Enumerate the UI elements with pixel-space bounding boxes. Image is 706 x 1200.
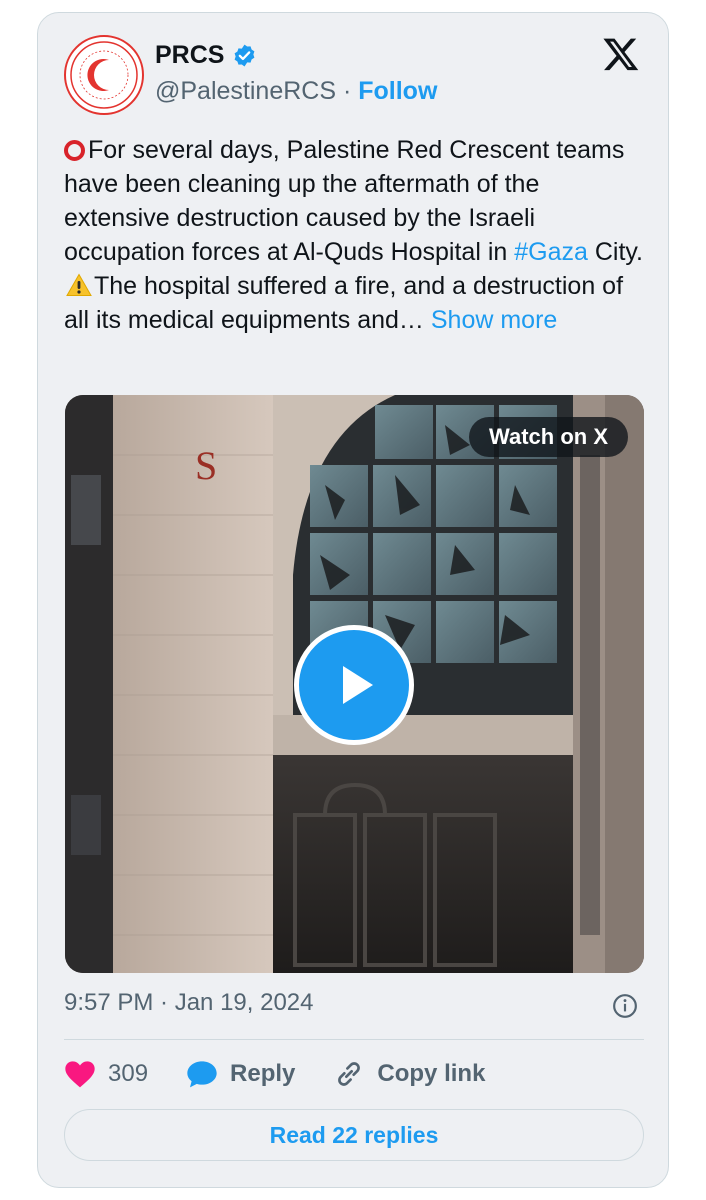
- action-bar: 309 Reply Copy link: [64, 1057, 523, 1091]
- heart-icon: [65, 1061, 95, 1088]
- follow-button[interactable]: Follow: [358, 77, 437, 105]
- like-button[interactable]: 309: [64, 1059, 148, 1089]
- avatar[interactable]: [64, 35, 144, 115]
- author-handle[interactable]: @PalestineRCS: [155, 77, 336, 105]
- like-count: 309: [108, 1060, 149, 1087]
- red-circle-icon: [64, 140, 85, 161]
- author-name[interactable]: PRCS: [155, 41, 224, 70]
- play-icon: [343, 666, 373, 704]
- tweet-timestamp[interactable]: 9:57 PM · Jan 19, 2024: [64, 989, 314, 1017]
- red-crescent-logo-icon: [70, 41, 138, 109]
- copy-link-label: Copy link: [377, 1060, 486, 1087]
- show-more-link[interactable]: Show more: [431, 306, 557, 334]
- speech-bubble-icon: [187, 1061, 217, 1088]
- reply-label: Reply: [230, 1060, 296, 1087]
- link-icon: [338, 1062, 361, 1086]
- handle-separator: ·: [342, 77, 352, 105]
- copy-link-button[interactable]: Copy link: [333, 1058, 485, 1090]
- tweet-text: For several days, Palestine Red Crescent…: [64, 133, 644, 337]
- tweet-embed-card: PRCS @PalestineRCS · Follow For several …: [37, 12, 669, 1188]
- info-icon[interactable]: [612, 993, 638, 1019]
- svg-text:S: S: [195, 443, 217, 488]
- hashtag-link[interactable]: #Gaza: [514, 238, 588, 266]
- play-button[interactable]: [294, 625, 414, 745]
- warning-icon: [66, 273, 92, 296]
- video-thumbnail[interactable]: S Watch on X: [65, 395, 644, 973]
- divider: [64, 1039, 644, 1040]
- read-replies-button[interactable]: Read 22 replies: [64, 1109, 644, 1161]
- tweet-text-mid: City.: [587, 238, 643, 266]
- verified-badge-icon: [235, 44, 255, 67]
- x-logo-icon[interactable]: [601, 35, 641, 73]
- watch-on-x-button[interactable]: Watch on X: [469, 417, 628, 457]
- reply-button[interactable]: Reply: [186, 1059, 295, 1089]
